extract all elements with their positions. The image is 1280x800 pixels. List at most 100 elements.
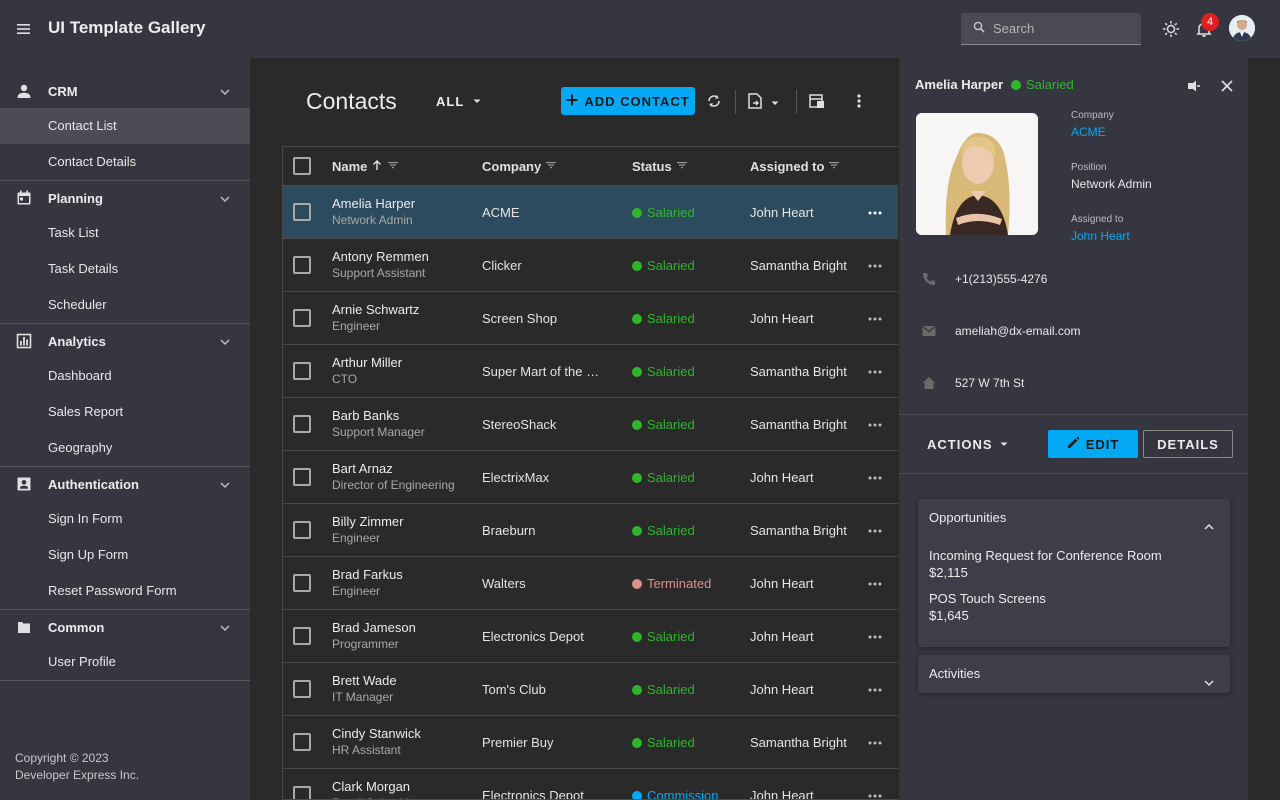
column-header-status[interactable]: Status xyxy=(632,159,688,174)
opportunities-header[interactable]: Opportunities xyxy=(918,499,1230,537)
nav-group-header-crm[interactable]: CRM xyxy=(0,74,250,108)
nav-group-header-planning[interactable]: Planning xyxy=(0,181,250,215)
contact-name[interactable]: Billy Zimmer xyxy=(332,514,404,529)
sidebar-item-task-details[interactable]: Task Details xyxy=(0,251,250,287)
contact-name[interactable]: Brad Farkus xyxy=(332,567,403,582)
row-checkbox[interactable] xyxy=(293,521,311,539)
column-header-assigned[interactable]: Assigned to xyxy=(750,159,840,174)
sidebar-item-sales-report[interactable]: Sales Report xyxy=(0,394,250,430)
column-header-name[interactable]: Name xyxy=(332,159,399,174)
contact-name[interactable]: Brett Wade xyxy=(332,673,397,688)
refresh-icon[interactable] xyxy=(705,92,723,110)
table-row[interactable]: Billy Zimmer Engineer Braeburn Salaried Sama… xyxy=(283,504,898,557)
table-row[interactable]: Barb Banks Support Manager StereoShack Sala… xyxy=(283,398,898,451)
more-horizontal-icon[interactable] xyxy=(867,629,883,645)
table-row[interactable]: Arthur Miller CTO Super Mart of the W… Sala… xyxy=(283,345,898,398)
more-horizontal-icon[interactable] xyxy=(867,417,883,433)
nav-group-header-authentication[interactable]: Authentication xyxy=(0,467,250,501)
pin-icon[interactable] xyxy=(1184,77,1202,95)
company-link[interactable]: ACME xyxy=(1071,125,1114,139)
row-checkbox[interactable] xyxy=(293,680,311,698)
more-horizontal-icon[interactable] xyxy=(867,682,883,698)
cell-status: Commission xyxy=(632,788,719,799)
sidebar-item-sign-up-form[interactable]: Sign Up Form xyxy=(0,537,250,573)
filter-icon[interactable] xyxy=(387,159,399,174)
activities-header[interactable]: Activities xyxy=(918,655,1230,693)
more-horizontal-icon[interactable] xyxy=(867,364,883,380)
nav-group-header-analytics[interactable]: Analytics xyxy=(0,324,250,358)
filter-icon[interactable] xyxy=(676,159,688,174)
more-horizontal-icon[interactable] xyxy=(867,258,883,274)
chevron-down-icon xyxy=(218,192,232,206)
row-checkbox[interactable] xyxy=(293,627,311,645)
more-vertical-icon[interactable] xyxy=(850,92,868,110)
row-checkbox[interactable] xyxy=(293,574,311,592)
table-row[interactable]: Brad Jameson Programmer Electronics Depot S… xyxy=(283,610,898,663)
row-checkbox[interactable] xyxy=(293,256,311,274)
contact-name[interactable]: Bart Arnaz xyxy=(332,461,455,476)
row-checkbox[interactable] xyxy=(293,203,311,221)
table-row[interactable]: Brad Farkus Engineer Walters Terminated John… xyxy=(283,557,898,610)
add-contact-button[interactable]: ADD CONTACT xyxy=(561,87,695,115)
table-row[interactable]: Clark Morgan Retail Sales Manager Electron… xyxy=(283,769,898,799)
more-horizontal-icon[interactable] xyxy=(867,523,883,539)
contact-name[interactable]: Antony Remmen xyxy=(332,249,429,264)
sidebar-item-contact-details[interactable]: Contact Details xyxy=(0,144,250,180)
assigned-link[interactable]: John Heart xyxy=(1071,229,1130,243)
menu-icon[interactable] xyxy=(14,19,34,39)
filter-icon[interactable] xyxy=(545,159,557,174)
close-icon[interactable] xyxy=(1218,77,1236,95)
contact-name[interactable]: Arthur Miller xyxy=(332,355,402,370)
more-horizontal-icon[interactable] xyxy=(867,576,883,592)
contact-name[interactable]: Clark Morgan xyxy=(332,779,447,794)
contact-name[interactable]: Cindy Stanwick xyxy=(332,726,421,741)
more-horizontal-icon[interactable] xyxy=(867,311,883,327)
row-checkbox[interactable] xyxy=(293,309,311,327)
details-button[interactable]: DETAILS xyxy=(1143,430,1233,458)
edit-button[interactable]: EDIT xyxy=(1048,430,1138,458)
phone-number[interactable]: +1(213)555-4276 xyxy=(955,272,1047,286)
table-row[interactable]: Antony Remmen Support Assistant Clicker Sal… xyxy=(283,239,898,292)
search-box[interactable] xyxy=(961,13,1141,45)
contact-name[interactable]: Amelia Harper xyxy=(332,196,415,211)
sidebar-item-dashboard[interactable]: Dashboard xyxy=(0,358,250,394)
row-checkbox[interactable] xyxy=(293,362,311,380)
sidebar-item-user-profile[interactable]: User Profile xyxy=(0,644,250,680)
column-chooser-icon[interactable] xyxy=(808,92,826,110)
filter-dropdown[interactable]: ALL xyxy=(436,94,482,109)
theme-toggle-icon[interactable] xyxy=(1160,18,1182,40)
table-row[interactable]: Cindy Stanwick HR Assistant Premier Buy Sal… xyxy=(283,716,898,769)
email-address[interactable]: ameliah@dx-email.com xyxy=(955,324,1081,338)
sidebar-item-reset-password-form[interactable]: Reset Password Form xyxy=(0,573,250,609)
sidebar-item-sign-in-form[interactable]: Sign In Form xyxy=(0,501,250,537)
table-row[interactable]: Bart Arnaz Director of Engineering Electri… xyxy=(283,451,898,504)
table-row[interactable]: Amelia Harper Network Admin ACME Salaried Jo… xyxy=(283,186,898,239)
row-checkbox[interactable] xyxy=(293,468,311,486)
table-row[interactable]: Arnie Schwartz Engineer Screen Shop Salarie… xyxy=(283,292,898,345)
nav-group-header-common[interactable]: Common xyxy=(0,610,250,644)
contact-name[interactable]: Barb Banks xyxy=(332,408,425,423)
more-horizontal-icon[interactable] xyxy=(867,205,883,221)
filter-icon[interactable] xyxy=(828,159,840,174)
table-row[interactable]: Brett Wade IT Manager Tom's Club Salaried Jo… xyxy=(283,663,898,716)
sidebar-item-task-list[interactable]: Task List xyxy=(0,215,250,251)
user-avatar[interactable] xyxy=(1229,15,1255,41)
more-horizontal-icon[interactable] xyxy=(867,470,883,486)
opportunity-item[interactable]: Incoming Request for Conference Room $2,… xyxy=(918,547,1230,581)
search-input[interactable] xyxy=(993,21,1123,36)
sidebar-item-geography[interactable]: Geography xyxy=(0,430,250,466)
sidebar-item-scheduler[interactable]: Scheduler xyxy=(0,287,250,323)
actions-dropdown[interactable]: ACTIONS xyxy=(927,437,1009,452)
more-horizontal-icon[interactable] xyxy=(867,788,883,799)
contact-name[interactable]: Brad Jameson xyxy=(332,620,416,635)
row-checkbox[interactable] xyxy=(293,733,311,751)
row-checkbox[interactable] xyxy=(293,786,311,799)
more-horizontal-icon[interactable] xyxy=(867,735,883,751)
sidebar-item-contact-list[interactable]: Contact List xyxy=(0,108,250,144)
contact-name[interactable]: Arnie Schwartz xyxy=(332,302,419,317)
row-checkbox[interactable] xyxy=(293,415,311,433)
select-all-checkbox[interactable] xyxy=(293,157,311,175)
export-dropdown[interactable] xyxy=(746,92,782,110)
opportunity-item[interactable]: POS Touch Screens $1,645 xyxy=(918,590,1230,624)
column-header-company[interactable]: Company xyxy=(482,159,557,174)
